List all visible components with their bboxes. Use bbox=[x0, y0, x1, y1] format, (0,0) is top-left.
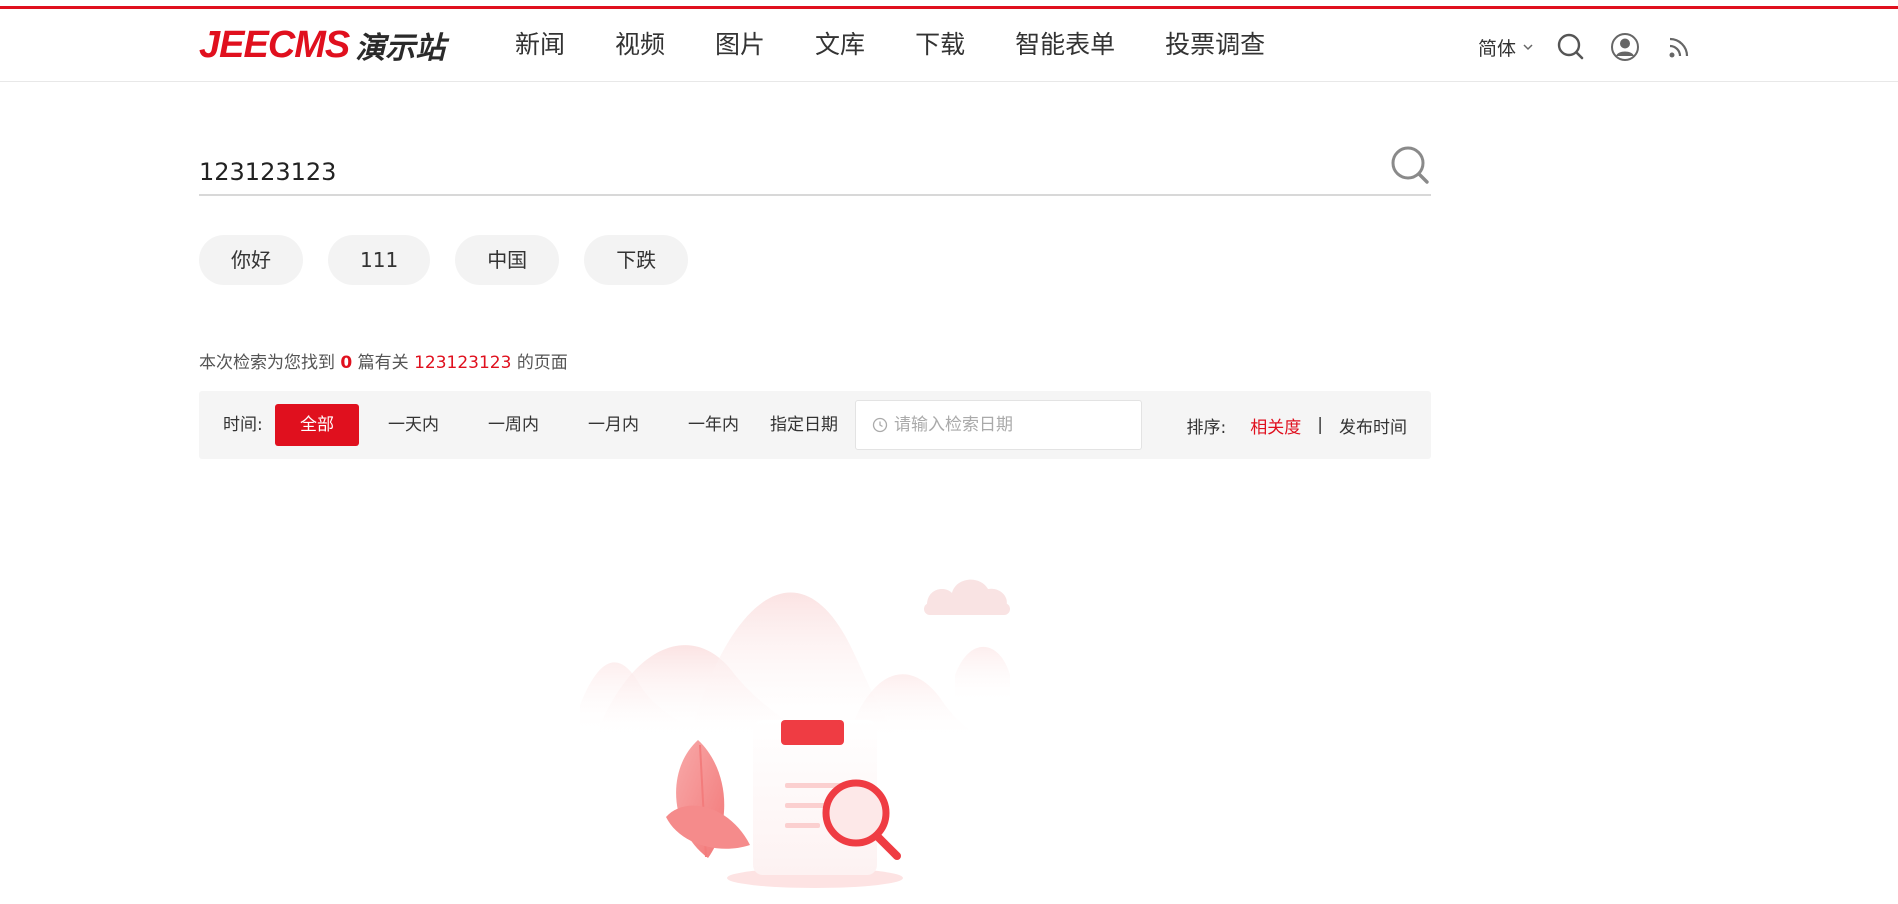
search-bar bbox=[199, 142, 1431, 196]
sort-label: 排序: bbox=[1186, 417, 1227, 438]
logo-brand: JEECMS bbox=[199, 23, 350, 66]
chevron-down-icon bbox=[1523, 44, 1533, 51]
user-icon[interactable] bbox=[1610, 32, 1640, 62]
site-logo[interactable]: JEECMS 演示站 bbox=[199, 23, 445, 67]
time-filter-options: 全部 一天内 一周内 一月内 一年内 bbox=[275, 404, 776, 446]
sort-option-publish-time[interactable]: 发布时间 bbox=[1339, 413, 1407, 438]
hot-tag[interactable]: 中国 bbox=[455, 235, 560, 285]
top-accent-line bbox=[0, 0, 1898, 9]
result-count: 0 bbox=[340, 353, 353, 373]
nav-item-library[interactable]: 文库 bbox=[815, 27, 865, 63]
site-header: JEECMS 演示站 新闻 视频 图片 文库 下载 智能表单 投票调查 简体 bbox=[0, 9, 1898, 82]
nav-item-video[interactable]: 视频 bbox=[615, 27, 665, 63]
result-prefix: 本次检索为您找到 bbox=[199, 353, 335, 373]
nav-item-vote[interactable]: 投票调查 bbox=[1165, 27, 1265, 63]
time-option-all[interactable]: 全部 bbox=[275, 404, 359, 446]
logo-suffix: 演示站 bbox=[355, 31, 446, 66]
time-filter-label: 时间: bbox=[223, 415, 263, 435]
rss-icon[interactable] bbox=[1664, 32, 1694, 62]
result-middle: 篇有关 bbox=[357, 353, 409, 373]
nav-item-download[interactable]: 下载 bbox=[915, 27, 965, 63]
hot-tag[interactable]: 下跌 bbox=[584, 235, 689, 285]
result-suffix: 的页面 bbox=[516, 353, 568, 373]
sort-separator: | bbox=[1317, 415, 1323, 435]
empty-result-illustration bbox=[580, 579, 1010, 888]
hot-tags: 你好 111 中国 下跌 bbox=[199, 235, 713, 285]
time-option-week[interactable]: 一周内 bbox=[476, 404, 551, 446]
nav-item-smart-form[interactable]: 智能表单 bbox=[1015, 27, 1115, 63]
date-input[interactable] bbox=[894, 415, 1124, 435]
hot-tag[interactable]: 你好 bbox=[199, 235, 303, 285]
search-icon[interactable] bbox=[1389, 144, 1431, 186]
result-keyword: 123123123 bbox=[414, 353, 512, 373]
date-picker[interactable] bbox=[855, 400, 1142, 450]
language-select[interactable]: 简体 bbox=[1478, 34, 1534, 61]
nav-item-images[interactable]: 图片 bbox=[715, 27, 765, 63]
time-option-day[interactable]: 一天内 bbox=[376, 404, 451, 446]
sort-controls: 排序: 相关度 | 发布时间 bbox=[1187, 391, 1407, 459]
date-filter-label: 指定日期 bbox=[770, 415, 838, 435]
filter-bar: 时间: 全部 一天内 一周内 一月内 一年内 指定日期 排序: 相关度 | 发布… bbox=[199, 391, 1431, 459]
search-input[interactable] bbox=[199, 154, 1349, 190]
main-nav: 新闻 视频 图片 文库 下载 智能表单 投票调查 bbox=[515, 27, 1315, 63]
time-option-year[interactable]: 一年内 bbox=[676, 404, 751, 446]
header-actions: 简体 bbox=[1478, 29, 1694, 65]
result-summary: 本次检索为您找到 0 篇有关 123123123 的页面 bbox=[199, 348, 568, 373]
sort-option-relevance[interactable]: 相关度 bbox=[1250, 413, 1301, 438]
hot-tag[interactable]: 111 bbox=[328, 235, 431, 285]
clock-icon bbox=[872, 417, 888, 433]
nav-item-news[interactable]: 新闻 bbox=[515, 27, 565, 63]
language-label: 简体 bbox=[1478, 37, 1517, 60]
search-icon[interactable] bbox=[1556, 32, 1586, 62]
time-option-month[interactable]: 一月内 bbox=[576, 404, 651, 446]
